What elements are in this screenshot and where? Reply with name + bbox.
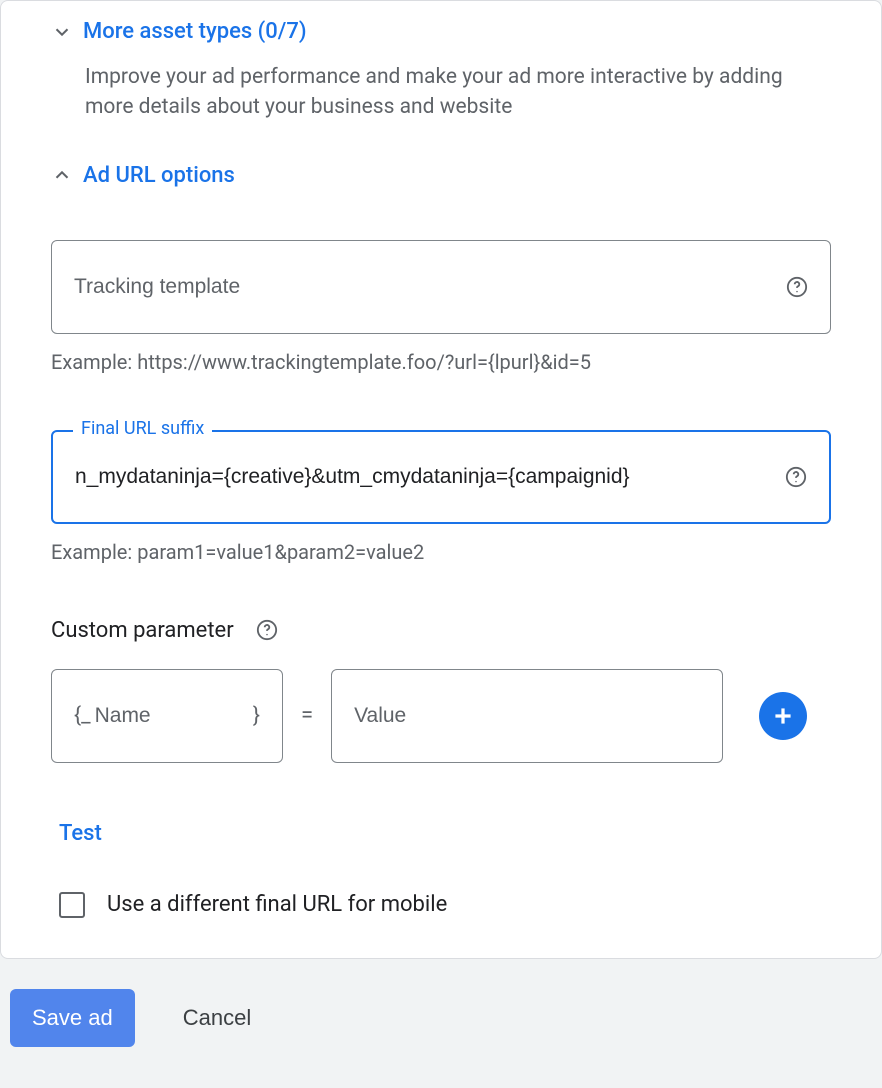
ad-url-options-toggle[interactable]: Ad URL options	[51, 145, 831, 188]
chevron-down-icon	[51, 21, 73, 43]
tracking-template-example: Example: https://www.trackingtemplate.fo…	[51, 350, 831, 374]
ad-url-options-label: Ad URL options	[83, 163, 235, 188]
more-asset-types-label: More asset types (0/7)	[83, 19, 307, 44]
help-icon[interactable]	[785, 466, 807, 488]
mobile-url-checkbox[interactable]	[59, 892, 85, 918]
param-value-field[interactable]	[331, 669, 723, 763]
final-url-suffix-input[interactable]	[75, 465, 775, 489]
cancel-button[interactable]: Cancel	[183, 1005, 251, 1031]
save-button[interactable]: Save ad	[10, 989, 135, 1047]
chevron-up-icon	[51, 164, 73, 186]
help-icon[interactable]	[786, 276, 808, 298]
mobile-url-row: Use a different final URL for mobile	[59, 892, 831, 918]
param-value-input[interactable]	[354, 704, 700, 728]
mobile-url-label: Use a different final URL for mobile	[107, 892, 447, 917]
final-url-suffix-label: Final URL suffix	[73, 418, 212, 439]
help-icon[interactable]	[256, 619, 278, 641]
final-url-suffix-example: Example: param1=value1&param2=value2	[51, 540, 831, 564]
final-url-suffix-field[interactable]: Final URL suffix	[51, 430, 831, 524]
footer-actions: Save ad Cancel	[0, 959, 882, 1077]
test-button[interactable]: Test	[59, 821, 102, 846]
more-asset-types-toggle[interactable]: More asset types (0/7)	[51, 1, 831, 44]
param-name-field[interactable]: {_ }	[51, 669, 283, 763]
custom-parameter-row: {_ } =	[51, 669, 831, 763]
tracking-template-field[interactable]	[51, 240, 831, 334]
more-asset-types-description: Improve your ad performance and make you…	[85, 62, 831, 123]
plus-icon	[770, 703, 796, 729]
brace-close: }	[253, 704, 260, 728]
ad-options-card: More asset types (0/7) Improve your ad p…	[0, 0, 882, 959]
custom-parameter-header: Custom parameter	[51, 618, 831, 643]
brace-open: {_	[74, 704, 91, 728]
tracking-template-input[interactable]	[74, 275, 776, 299]
add-parameter-button[interactable]	[759, 692, 807, 740]
equals-sign: =	[301, 703, 313, 728]
param-name-input[interactable]	[95, 704, 249, 728]
